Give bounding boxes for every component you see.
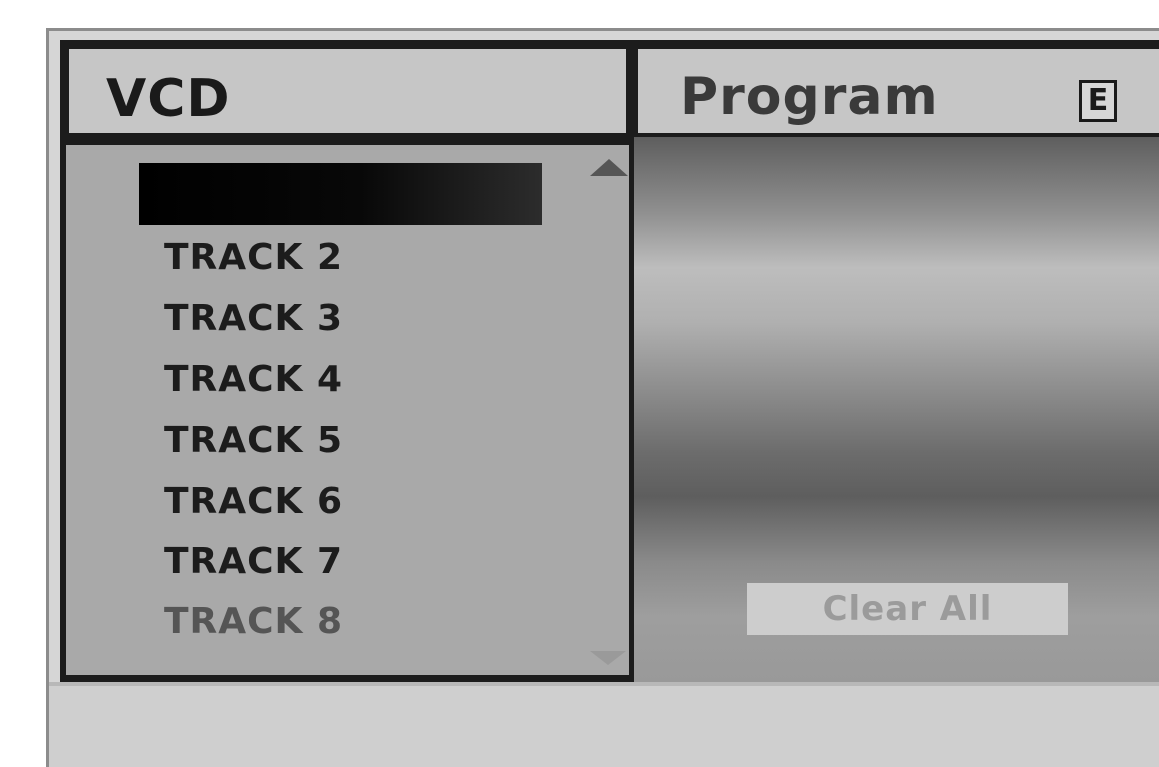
scroll-down-arrow-icon[interactable] bbox=[590, 651, 626, 665]
track-item-6[interactable]: TRACK 6 bbox=[164, 480, 343, 524]
edit-mode-icon: E bbox=[1079, 80, 1117, 122]
track-item-2[interactable]: TRACK 2 bbox=[164, 236, 343, 280]
vcd-title: VCD bbox=[106, 69, 231, 129]
track-item-4[interactable]: TRACK 4 bbox=[164, 358, 343, 402]
vcd-header: VCD bbox=[69, 49, 626, 133]
track-item-7[interactable]: TRACK 7 bbox=[164, 540, 343, 584]
clear-all-button[interactable]: Clear All bbox=[747, 583, 1068, 635]
program-title: Program bbox=[680, 67, 939, 127]
track-item-5[interactable]: TRACK 5 bbox=[164, 419, 343, 463]
program-list: Clear All bbox=[634, 137, 1159, 682]
track-list: TRACK 2 TRACK 3 TRACK 4 TRACK 5 TRACK 6 … bbox=[66, 145, 629, 675]
bottom-status-bar bbox=[49, 682, 1159, 767]
track-item-8[interactable]: TRACK 8 bbox=[164, 600, 343, 644]
program-header: Program E bbox=[638, 49, 1159, 133]
scroll-up-arrow-icon[interactable] bbox=[590, 159, 628, 176]
track-item-3[interactable]: TRACK 3 bbox=[164, 297, 343, 341]
screen: VCD TRACK 2 TRACK 3 TRACK 4 TRACK 5 TRAC… bbox=[0, 0, 1159, 767]
selected-track-highlight[interactable] bbox=[139, 163, 542, 225]
